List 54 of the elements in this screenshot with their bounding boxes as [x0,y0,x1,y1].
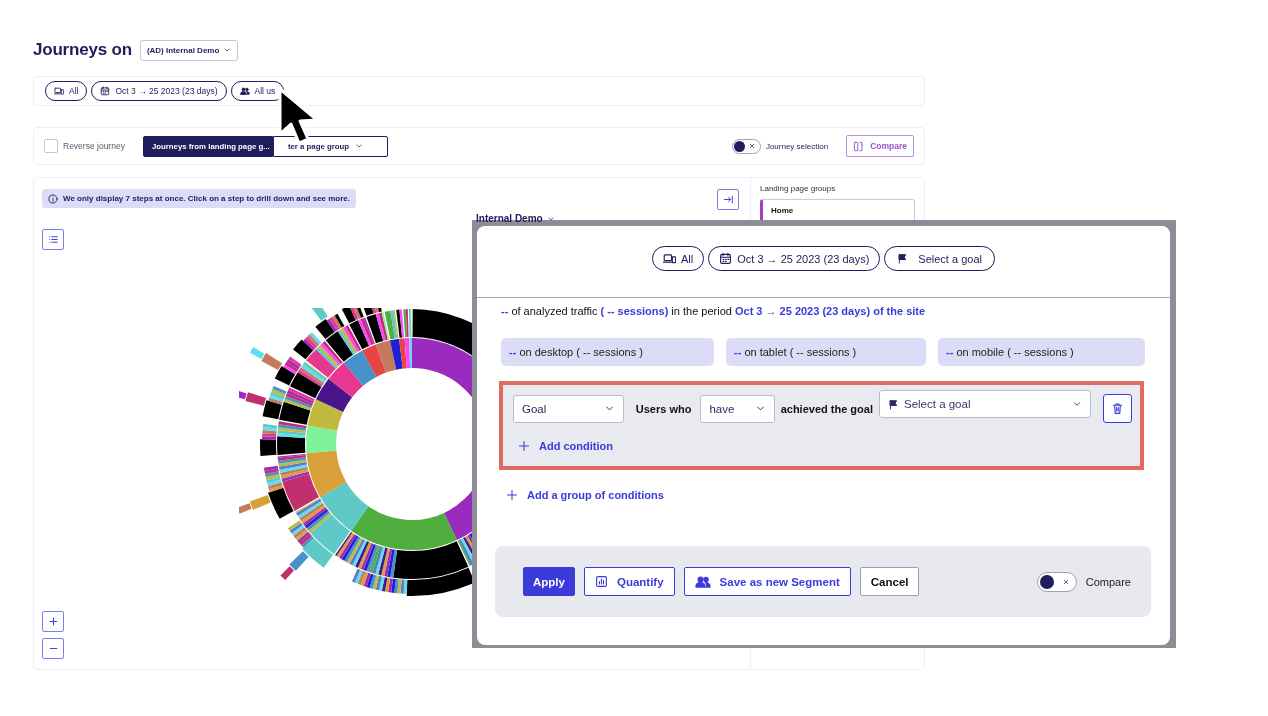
users-icon [239,86,250,96]
zoom-in-button[interactable] [42,611,64,632]
zoom-out-button[interactable] [42,638,64,659]
chevron-down-icon [1072,399,1083,409]
goal-select[interactable]: Select a goal [878,390,1092,418]
compare-toggle[interactable] [1036,571,1077,592]
condition-label: achieved the goal [780,402,873,415]
list-icon [47,234,59,245]
add-group-link[interactable]: Add a group of conditions [506,489,664,501]
device-icon [54,86,64,96]
notice-text: We only display 7 steps at once. Click on a step to drill down and see more. [63,194,351,203]
device-stat-card: -- on desktop ( -- sessions ) [501,338,714,366]
list-view-button[interactable] [42,229,64,250]
verb-select[interactable]: have [700,394,775,423]
toggle-label: Journey selection [765,141,829,151]
chevron-down-icon [355,142,363,150]
checkbox-label: Reverse journey [63,141,125,151]
traffic-summary: -- of analyzed traffic ( -- sessions) in the period Oct 3 → 25 2023 (23 days) of the site [500,304,927,317]
device-stat-card: -- on tablet ( -- sessions ) [726,338,926,366]
close-icon [1061,577,1070,586]
device-icon [663,252,677,265]
delete-button[interactable] [1103,394,1132,423]
columns-icon [853,140,865,152]
plus-icon [518,440,530,452]
close-icon [747,142,756,150]
toggle-label: Compare [1085,575,1131,588]
quantify-button[interactable]: Quantify [583,567,675,596]
flag-icon [897,253,909,264]
trash-icon [1111,402,1125,415]
breadcrumb[interactable]: Internal Demo [476,213,555,224]
page-title: Journeys on [33,40,132,60]
calendar-icon [100,86,111,96]
info-icon [48,193,58,204]
plus-icon [506,489,518,501]
device-stat-card: -- on mobile ( -- sessions ) [938,338,1145,366]
condition-label: Users who [635,402,692,415]
site-dropdown[interactable]: (AD) Internal Demo [139,39,239,61]
collapse-right-icon [722,194,734,205]
save-segment-button[interactable]: Save as new Segment [683,567,851,596]
add-condition-link[interactable]: Add condition [518,440,613,452]
bar-chart-icon [594,575,608,588]
plus-icon [47,616,59,627]
goal-select-placeholder: Select a goal [903,398,971,410]
compare-button[interactable]: Compare [846,135,914,157]
cancel-button[interactable]: Cancel [859,567,920,596]
chevron-down-icon [223,46,232,54]
flag-icon [887,398,899,410]
sidebar-title: Landing page groups [760,184,837,193]
reverse-journey-checkbox[interactable] [44,139,58,153]
condition-type-select[interactable]: Goal [513,394,624,423]
collapse-panel-button[interactable] [717,189,739,210]
journey-selection-toggle[interactable] [731,138,761,154]
apply-button[interactable]: Apply [523,567,575,596]
calendar-icon [719,252,733,265]
